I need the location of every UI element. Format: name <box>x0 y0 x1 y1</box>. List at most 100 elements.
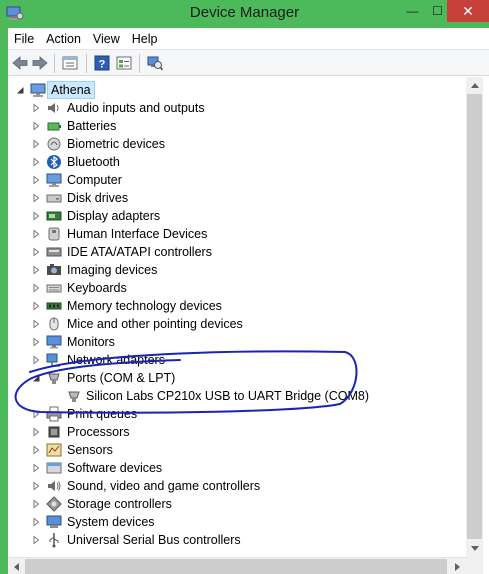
tree-category-row[interactable]: Computer <box>8 171 466 189</box>
tree-category-row[interactable]: Biometric devices <box>8 135 466 153</box>
help-button[interactable]: ? <box>92 54 112 72</box>
ide-controller-icon <box>46 247 62 257</box>
expand-icon[interactable] <box>31 301 41 311</box>
scroll-left-button[interactable] <box>8 558 25 574</box>
scroll-down-button[interactable] <box>466 540 483 557</box>
expand-icon[interactable] <box>31 535 41 545</box>
expand-icon[interactable] <box>31 409 41 419</box>
tree-category-row[interactable]: Processors <box>8 423 466 441</box>
collapse-icon[interactable] <box>15 85 25 95</box>
tree-root-row[interactable]: Athena <box>8 81 466 99</box>
keyboard-icon <box>46 284 62 293</box>
tree-category-label: Bluetooth <box>67 155 120 169</box>
forward-button[interactable] <box>30 54 50 72</box>
biometric-icon <box>47 137 61 151</box>
device-manager-window: Device Manager — ☐ ✕ File Action View He… <box>0 0 489 574</box>
minimize-button[interactable]: — <box>400 0 425 22</box>
menu-help[interactable]: Help <box>126 32 164 46</box>
tree-category-row[interactable]: Mice and other pointing devices <box>8 315 466 333</box>
tree-category-row[interactable]: Display adapters <box>8 207 466 225</box>
tree-category-row[interactable]: Human Interface Devices <box>8 225 466 243</box>
svg-text:?: ? <box>99 59 106 71</box>
tree-category-row[interactable]: Monitors <box>8 333 466 351</box>
menu-view[interactable]: View <box>87 32 126 46</box>
toolbar: ? <box>8 49 489 76</box>
expand-icon[interactable] <box>31 175 41 185</box>
tree-category-row[interactable]: Memory technology devices <box>8 297 466 315</box>
chevron-up-icon <box>470 83 479 88</box>
tree-category-label: Biometric devices <box>67 137 165 151</box>
expand-icon[interactable] <box>31 193 41 203</box>
computer-icon <box>46 173 62 187</box>
scrollbar-corner <box>466 557 483 574</box>
tree-category-label: Disk drives <box>67 191 129 205</box>
tree-category-row[interactable]: Batteries <box>8 117 466 135</box>
scroll-up-button[interactable] <box>466 77 483 94</box>
back-button[interactable] <box>10 54 30 72</box>
expand-icon[interactable] <box>31 229 41 239</box>
close-button[interactable]: ✕ <box>447 0 489 22</box>
expand-icon[interactable] <box>31 139 41 149</box>
expand-icon[interactable] <box>31 103 41 113</box>
expand-icon[interactable] <box>31 463 41 473</box>
chevron-left-icon <box>14 562 19 571</box>
tree-category-row[interactable]: Print queues <box>8 405 466 423</box>
vertical-scroll-thumb[interactable] <box>467 94 482 539</box>
tree-category-row[interactable]: Bluetooth <box>8 153 466 171</box>
tree-category-row[interactable]: Universal Serial Bus controllers <box>8 531 466 549</box>
tree-category-row[interactable]: Sound, video and game controllers <box>8 477 466 495</box>
tree-category-label: Computer <box>67 173 122 187</box>
view-details-button[interactable] <box>114 54 134 72</box>
expand-icon[interactable] <box>31 337 41 347</box>
tree-category-row[interactable]: Network adapters <box>8 351 466 369</box>
expand-icon[interactable] <box>31 247 41 257</box>
tree-category-row[interactable]: Keyboards <box>8 279 466 297</box>
processor-icon <box>48 426 60 438</box>
tree-category-row[interactable]: Software devices <box>8 459 466 477</box>
toolbar-separator <box>86 54 87 73</box>
expand-icon[interactable] <box>31 319 41 329</box>
tree-category-row[interactable]: System devices <box>8 513 466 531</box>
scroll-right-button[interactable] <box>449 558 466 574</box>
expand-icon[interactable] <box>31 121 41 131</box>
expand-icon[interactable] <box>31 481 41 491</box>
properties-button[interactable] <box>60 54 80 72</box>
tree-category-row[interactable]: Sensors <box>8 441 466 459</box>
help-icon: ? <box>94 55 110 71</box>
menu-action[interactable]: Action <box>40 32 87 46</box>
collapse-icon[interactable] <box>31 373 41 383</box>
tree-category-row[interactable]: Audio inputs and outputs <box>8 99 466 117</box>
expand-icon[interactable] <box>31 157 41 167</box>
horizontal-scrollbar[interactable] <box>8 557 483 574</box>
expand-icon[interactable] <box>31 445 41 455</box>
title-bar[interactable]: Device Manager — ☐ ✕ <box>0 0 489 28</box>
display-adapter-icon <box>46 211 62 221</box>
tree-category-row[interactable]: IDE ATA/ATAPI controllers <box>8 243 466 261</box>
tree-category-row[interactable]: Ports (COM & LPT) <box>8 369 466 387</box>
tree-category-label: Audio inputs and outputs <box>67 101 205 115</box>
hid-icon <box>48 227 60 241</box>
tree-category-label: Batteries <box>67 119 117 133</box>
horizontal-scroll-thumb[interactable] <box>25 559 447 574</box>
battery-icon <box>47 122 61 131</box>
expand-icon[interactable] <box>31 265 41 275</box>
menu-bar: File Action View Help <box>8 28 489 49</box>
tree-category-row[interactable]: Disk drives <box>8 189 466 207</box>
expand-icon[interactable] <box>31 355 41 365</box>
tree-category-row[interactable]: Imaging devices <box>8 261 466 279</box>
vertical-scrollbar[interactable] <box>466 77 483 557</box>
expand-icon[interactable] <box>31 427 41 437</box>
disk-drive-icon <box>46 194 62 203</box>
view-details-icon <box>116 56 132 70</box>
tree-category-label: Keyboards <box>67 281 127 295</box>
expand-icon[interactable] <box>31 211 41 221</box>
expand-icon[interactable] <box>31 499 41 509</box>
usb-icon <box>49 533 59 548</box>
camera-icon <box>47 264 61 275</box>
expand-icon[interactable] <box>31 283 41 293</box>
tree-device-row[interactable]: Silicon Labs CP210x USB to UART Bridge (… <box>8 387 466 405</box>
expand-icon[interactable] <box>31 517 41 527</box>
menu-file[interactable]: File <box>8 32 40 46</box>
tree-category-row[interactable]: Storage controllers <box>8 495 466 513</box>
scan-hardware-button[interactable] <box>145 54 165 72</box>
